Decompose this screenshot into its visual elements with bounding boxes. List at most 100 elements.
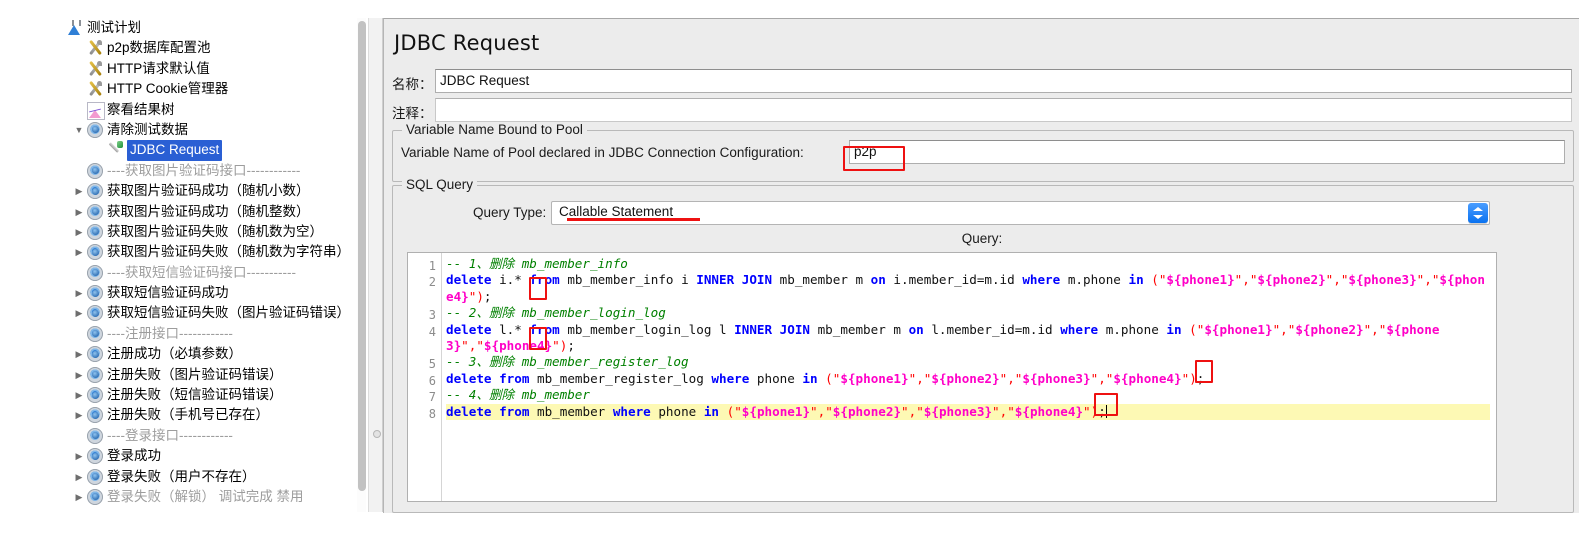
tree-item[interactable]: ▶ 获取图片验证码失败（随机数为字符串） [62, 242, 356, 262]
twisty-collapsed-icon[interactable]: ▶ [73, 283, 85, 303]
code-token: ${phone2} [1295, 321, 1364, 337]
sql-code-content[interactable]: -- 1、删除 mb_member_info delete i.* from mb… [442, 253, 1496, 501]
code-token: where [612, 403, 651, 419]
tree-item[interactable]: HTTP请求默认值 [62, 59, 356, 79]
page-title: JDBC Request [394, 31, 540, 55]
tree-item-label: 获取短信验证码失败（图片验证码错误） [107, 305, 350, 321]
tree-item[interactable]: ▼ 测试计划 [62, 18, 356, 38]
code-token: delete [446, 403, 492, 419]
line-number: 5 [428, 357, 436, 372]
tree-item[interactable]: ----注册接口------------ [62, 324, 356, 344]
twisty-collapsed-icon[interactable]: ▶ [73, 181, 85, 201]
tree-item[interactable]: ▼ 清除测试数据 [62, 120, 356, 140]
tree-item[interactable]: ▶ 注册失败（手机号已存在） [62, 405, 356, 425]
code-token: mb_member_login_log [521, 305, 666, 321]
code-token: mb_member_register_log [521, 354, 689, 370]
code-token: where [1022, 272, 1061, 288]
code-token: -- [446, 256, 469, 271]
twisty-collapsed-icon[interactable]: ▶ [73, 467, 85, 487]
code-token: ") [552, 338, 568, 354]
tree-item[interactable]: ▶ 注册失败（图片验证码错误） [62, 365, 356, 385]
gear-icon [87, 385, 104, 405]
tree-item[interactable]: HTTP Cookie管理器 [62, 79, 356, 99]
twisty-collapsed-icon[interactable]: ▶ [73, 405, 85, 425]
tree-item[interactable]: ▶ 注册失败（短信验证码错误） [62, 385, 356, 405]
tree-item[interactable]: ▶ 获取短信验证码成功 [62, 283, 356, 303]
tree-item[interactable]: ▶ 获取图片验证码失败（随机数为空） [62, 222, 356, 242]
code-token: mb_member_info i [559, 272, 697, 288]
tree-item[interactable]: ▶ 登录失败（解锁） 调试完成 禁用 [62, 487, 356, 507]
twisty-collapsed-icon[interactable]: ▶ [73, 202, 85, 222]
twisty-collapsed-icon[interactable]: ▶ [73, 446, 85, 466]
tree-item-label: 获取图片验证码失败（随机数为字符串） [107, 244, 350, 260]
twisty-collapsed-icon[interactable]: ▶ [73, 222, 85, 242]
code-token: on [908, 321, 924, 337]
name-row: 名称： JDBC Request [392, 69, 1572, 95]
code-token: where [1060, 321, 1099, 337]
tree-item[interactable]: ▶ 获取图片验证码成功（随机整数） [62, 202, 356, 222]
tree-item[interactable]: p2p数据库配置池 [62, 38, 356, 58]
tree-item[interactable]: ----获取短信验证码接口----------- [62, 263, 356, 283]
jmeter-window: ▼ 测试计划 p2p数据库配置池 HTTP请求默认值 HTTP Cookie管理器察看结… [0, 0, 1579, 536]
gear-icon [87, 446, 104, 466]
sql-query-editor[interactable]: 12345678 -- 1、删除 mb_member_info delete i.… [407, 252, 1497, 502]
twisty-collapsed-icon[interactable]: ▶ [73, 344, 85, 364]
twisty-collapsed-icon[interactable]: ▶ [73, 365, 85, 385]
tree-item[interactable]: ----登录接口------------ [62, 426, 356, 446]
code-token: ${phone3} [1348, 272, 1417, 288]
code-token: phone [650, 403, 704, 419]
code-token: 、删除 [476, 354, 522, 370]
pool-name-input[interactable]: p2p [849, 140, 1565, 164]
tree-item-label: 注册失败（图片验证码错误） [107, 366, 283, 382]
code-token: ${phone1} [1166, 272, 1235, 288]
code-token: mb_member_login_log l [559, 321, 735, 337]
code-token: from [499, 403, 530, 419]
gear-icon [87, 283, 104, 303]
twisty-collapsed-icon[interactable]: ▶ [73, 242, 85, 262]
comment-input[interactable] [435, 98, 1572, 122]
tree-vertical-scrollbar[interactable] [357, 18, 366, 512]
code-line: delete i.* from mb_member_info i INNER J… [446, 272, 1490, 305]
tree-item[interactable]: ▶ 登录失败（用户不存在） [62, 467, 356, 487]
gear-icon [87, 324, 104, 344]
gear-icon [87, 263, 104, 283]
twisty-collapsed-icon[interactable]: ▶ [73, 385, 85, 405]
tree-item[interactable]: ▶ 获取短信验证码失败（图片验证码错误） [62, 303, 356, 323]
code-token: ${phone2} [1257, 272, 1326, 288]
twisty-expanded-icon[interactable]: ▼ [73, 120, 85, 140]
code-token: ${phone1} [840, 370, 909, 386]
name-input[interactable]: JDBC Request [435, 69, 1572, 93]
tree-scrollbar-thumb[interactable] [357, 21, 366, 491]
line-number: 7 [428, 390, 436, 405]
twisty-collapsed-icon[interactable]: ▶ [73, 487, 85, 507]
tree-item[interactable]: ▶ 注册成功（必填参数） [62, 344, 356, 364]
test-plan-tree[interactable]: ▼ 测试计划 p2p数据库配置池 HTTP请求默认值 HTTP Cookie管理器察看结… [62, 18, 356, 512]
tree-item[interactable]: ▶ 登录成功 [62, 446, 356, 466]
tree-item-label: 登录失败（解锁） 调试完成 禁用 [107, 488, 304, 504]
tree-item-label: ----获取短信验证码接口----------- [107, 264, 296, 280]
divider-knob-icon[interactable] [372, 430, 381, 438]
tree-item-label: 测试计划 [87, 20, 141, 35]
tree-item[interactable]: 察看结果树 [62, 100, 356, 120]
code-token: INNER JOIN [734, 321, 810, 337]
code-token: where [711, 370, 750, 386]
code-token: mb_member m [772, 272, 871, 288]
code-token: l.member_id=m.id [923, 321, 1061, 337]
comment-row: 注释： [392, 98, 1572, 124]
code-token: from [529, 272, 560, 288]
line-number: 1 [428, 259, 436, 273]
tree-item[interactable]: ----获取图片验证码接口------------ [62, 161, 356, 181]
tree-item[interactable]: ▶ 获取图片验证码成功（随机小数） [62, 181, 356, 201]
split-pane-divider[interactable] [368, 18, 383, 512]
tree-item[interactable]: JDBC Request [62, 140, 356, 161]
tools-icon [87, 38, 104, 58]
twisty-collapsed-icon[interactable]: ▶ [73, 303, 85, 323]
code-token: ") [1083, 403, 1099, 419]
code-line: -- 2、删除 mb_member_login_log [446, 305, 1490, 321]
query-type-combobox[interactable]: Callable Statement [551, 201, 1490, 225]
chevron-updown-icon[interactable] [1468, 203, 1488, 223]
code-token: 、删除 [476, 305, 522, 321]
twisty-expanded-icon[interactable]: ▼ [62, 18, 65, 38]
